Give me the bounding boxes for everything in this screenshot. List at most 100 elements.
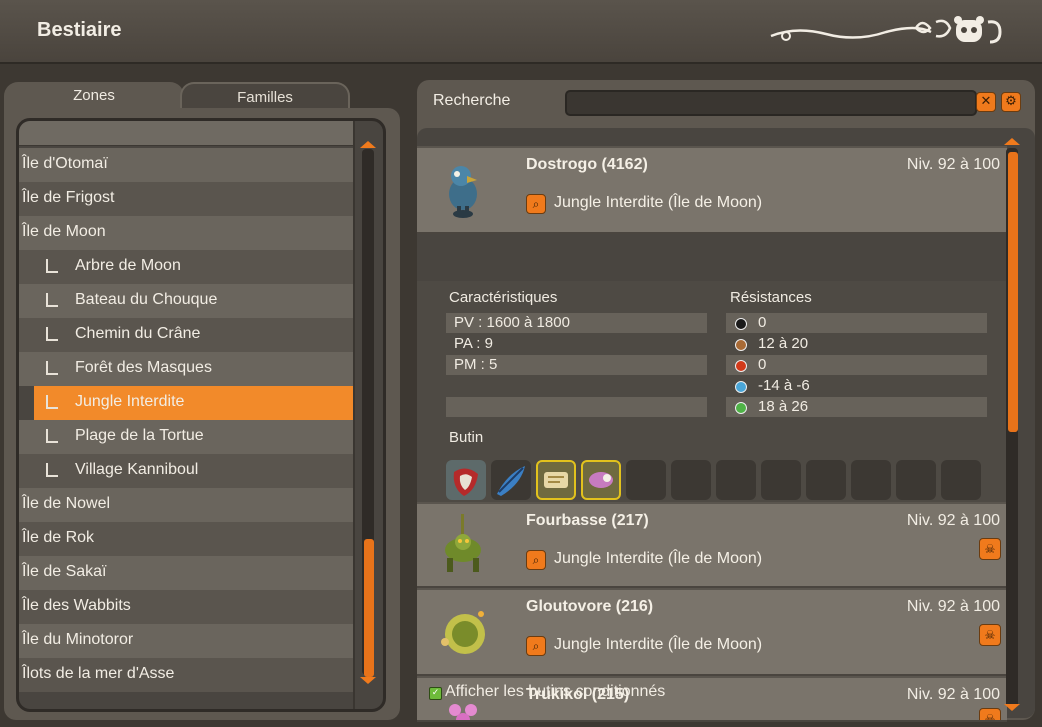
stat-strip xyxy=(446,397,707,417)
results-scroll-down-arrow-icon[interactable] xyxy=(1004,704,1020,711)
zone-label: Île d'Otomaï xyxy=(22,155,108,172)
subzone-branch-icon xyxy=(46,293,58,307)
stat-pa: PA : 9 xyxy=(454,335,493,352)
monster-card[interactable]: Dostrogo (4162) Niv. 92 à 100 ⌕ Jungle I… xyxy=(417,146,1007,234)
zone-list-item[interactable]: Chemin du Crâne xyxy=(19,318,353,352)
zone-label: Île de Rok xyxy=(22,529,95,546)
monster-name: Dostrogo (4162) xyxy=(526,156,648,173)
decorative-ornament-icon xyxy=(770,16,1002,44)
zone-list-item[interactable]: Île des Wabbits xyxy=(19,590,353,624)
fire-resistance-icon xyxy=(735,360,747,372)
zone-list-item[interactable]: Bateau du Chouque xyxy=(19,284,353,318)
zone-list-item[interactable]: Jungle Interdite xyxy=(34,386,353,420)
zone-list-item[interactable]: Île de Nowel xyxy=(19,488,353,522)
subzone-branch-icon xyxy=(46,327,58,341)
zone-label: Îlots de la mer d'Asse xyxy=(22,665,175,682)
loot-slot-empty[interactable] xyxy=(761,460,801,500)
zone-list-item[interactable]: Île de Moon xyxy=(19,216,353,250)
resistance-neutral: 0 xyxy=(758,314,767,331)
zone-list-item[interactable]: Île de Frigost xyxy=(19,182,353,216)
resistance-fire: 0 xyxy=(758,356,767,373)
resistance-water: -14 à -6 xyxy=(758,377,810,394)
loot-slot-empty[interactable] xyxy=(626,460,666,500)
monster-level: Niv. 92 à 100 xyxy=(906,156,1000,173)
dostrogo-avatar-icon xyxy=(449,166,477,218)
subzone-branch-icon xyxy=(46,361,58,375)
zone-label: Plage de la Tortue xyxy=(75,427,204,444)
archmonster-badge-icon[interactable]: ☠ xyxy=(979,538,1001,560)
zone-label: Jungle Interdite xyxy=(75,393,185,410)
subzone-branch-icon xyxy=(46,429,58,443)
monster-location: Jungle Interdite (Île de Moon) xyxy=(554,550,763,567)
zone-list-item[interactable]: Île d'Otomaï xyxy=(19,148,353,182)
loot-title: Butin xyxy=(449,429,484,446)
subzone-branch-icon xyxy=(46,395,58,409)
loot-bow-icon xyxy=(589,472,613,488)
loot-slot-empty[interactable] xyxy=(851,460,891,500)
loot-shield-icon xyxy=(453,468,478,496)
location-search-icon[interactable]: ⌕ xyxy=(526,636,546,656)
zone-label: Île de Moon xyxy=(22,223,106,240)
zone-list-item[interactable]: Île du Minotoror xyxy=(19,624,353,658)
fourbasse-avatar-icon xyxy=(445,514,481,572)
subzone-branch-icon xyxy=(46,259,58,273)
location-search-icon[interactable]: ⌕ xyxy=(526,194,546,214)
zone-label: Forêt des Masques xyxy=(75,359,212,376)
zone-label: Île de Frigost xyxy=(22,189,115,206)
loot-slot[interactable] xyxy=(536,460,576,500)
monster-level: Niv. 92 à 100 xyxy=(906,686,1000,703)
zone-list-item[interactable]: Forêt des Masques xyxy=(19,352,353,386)
characteristics-title: Caractéristiques xyxy=(449,289,558,306)
zone-list-item[interactable]: Îlots de la mer d'Asse xyxy=(19,658,353,692)
air-resistance-icon xyxy=(735,402,747,414)
loot-feather-icon xyxy=(497,466,525,496)
loot-slot-empty[interactable] xyxy=(716,460,756,500)
stat-pm: PM : 5 xyxy=(454,356,498,373)
zone-label: Bateau du Chouque xyxy=(75,291,218,308)
archmonster-badge-icon[interactable]: ☠ xyxy=(979,624,1001,646)
gloutovore-avatar-icon xyxy=(441,611,485,654)
zone-scrollbar-thumb[interactable] xyxy=(364,539,374,677)
zone-list-item[interactable]: Arbre de Moon xyxy=(19,250,353,284)
scroll-down-arrow-icon[interactable] xyxy=(360,677,376,684)
monster-list: Dostrogo (4162) Niv. 92 à 100 ⌕ Jungle I… xyxy=(417,128,1035,722)
monster-level: Niv. 92 à 100 xyxy=(906,598,1000,615)
title-bar: Bestiaire xyxy=(0,0,1042,64)
monster-card[interactable]: Fourbasse (217) Niv. 92 à 100 ☠ ⌕ Jungle… xyxy=(417,502,1007,588)
loot-slot-empty[interactable] xyxy=(671,460,711,500)
monster-location: Jungle Interdite (Île de Moon) xyxy=(554,194,763,211)
monster-location: Jungle Interdite (Île de Moon) xyxy=(554,636,763,653)
zone-label: Île du Minotoror xyxy=(22,631,134,648)
zone-list-item[interactable]: Village Kanniboul xyxy=(19,454,353,488)
show-conditional-loot-checkbox[interactable]: ✓ xyxy=(429,687,442,700)
clear-search-button[interactable]: ✕ xyxy=(976,92,996,112)
resistances-title: Résistances xyxy=(730,289,812,306)
zone-list-item[interactable]: Île de Rok xyxy=(19,522,353,556)
water-resistance-icon xyxy=(735,381,747,393)
loot-slot[interactable] xyxy=(581,460,621,500)
loot-slot[interactable] xyxy=(446,460,486,500)
results-scrollbar-thumb[interactable] xyxy=(1008,152,1018,432)
monster-card[interactable]: Gloutovore (216) Niv. 92 à 100 ☠ ⌕ Jungl… xyxy=(417,588,1007,676)
zone-list-frame: Île d'Otomaï Île de Frigost Île de Moon Arb… xyxy=(16,118,386,712)
zone-label: Île de Nowel xyxy=(22,495,111,512)
show-conditional-loot-label[interactable]: Afficher les butins conditionnés xyxy=(445,683,665,701)
zone-label: Arbre de Moon xyxy=(75,257,181,274)
monster-details: Caractéristiques Résistances PV : 1600 à… xyxy=(417,281,1007,502)
results-scroll-up-arrow-icon[interactable] xyxy=(1004,138,1020,145)
loot-slot[interactable] xyxy=(491,460,531,500)
loot-slot-empty[interactable] xyxy=(896,460,936,500)
loot-slot-empty[interactable] xyxy=(941,460,981,500)
zone-list-item[interactable]: Île de Sakaï xyxy=(19,556,353,590)
scroll-up-arrow-icon[interactable] xyxy=(360,141,376,148)
search-input[interactable] xyxy=(565,90,977,116)
loot-slot-empty[interactable] xyxy=(806,460,846,500)
search-options-button[interactable]: ⚙ xyxy=(1001,92,1021,112)
resistance-air: 18 à 26 xyxy=(758,398,809,415)
resistance-earth: 12 à 20 xyxy=(758,335,809,352)
zone-label: Île de Sakaï xyxy=(22,563,107,580)
location-search-icon[interactable]: ⌕ xyxy=(526,550,546,570)
zone-list-item[interactable]: Plage de la Tortue xyxy=(19,420,353,454)
archmonster-badge-icon[interactable]: ☠ xyxy=(979,708,1001,720)
zone-list: Île d'Otomaï Île de Frigost Île de Moon Arb… xyxy=(19,148,353,692)
